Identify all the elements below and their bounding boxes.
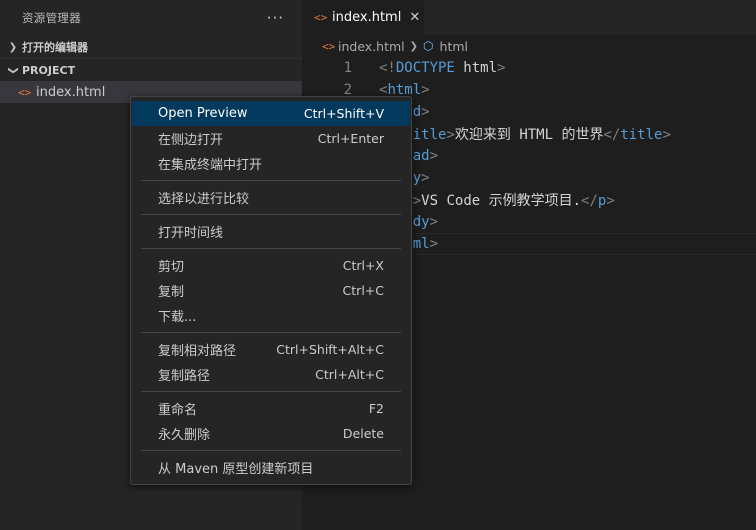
menu-item[interactable]: 复制相对路径 Ctrl+Shift+Alt+C	[132, 337, 410, 362]
code-token: VS Code 示例教学项目.	[421, 193, 582, 209]
menu-item-label: 复制	[158, 285, 185, 300]
menu-item-label: 复制相对路径	[158, 344, 237, 359]
chevron-down-icon: ❯	[7, 65, 19, 75]
menu-item[interactable]: 选择以进行比较	[132, 185, 410, 210]
menu-item[interactable]: 复制路径 Ctrl+Alt+C	[132, 362, 410, 387]
chevron-right-icon: ❯	[409, 40, 419, 52]
code-token: >	[429, 236, 439, 252]
code-token: >	[421, 82, 430, 98]
project-label: PROJECT	[22, 63, 76, 77]
sidebar-title: 资源管理器	[22, 10, 81, 25]
menu-item-label: 重命名	[158, 403, 198, 418]
close-icon[interactable]: ✕	[409, 10, 420, 25]
menu-item-shortcut: F2	[368, 401, 384, 416]
menu-item-label: 永久删除	[158, 428, 211, 443]
file-name: index.html	[36, 84, 106, 100]
line-number: 1	[343, 60, 352, 76]
code-token: </	[603, 127, 621, 143]
code-token: >	[606, 193, 615, 209]
menu-item-shortcut: Ctrl+Enter	[317, 131, 384, 146]
html-file-icon: <>	[322, 39, 336, 53]
line-source: <title>欢迎来到 HTML 的世界</title>	[379, 124, 671, 144]
menu-item[interactable]: 重命名 F2	[132, 396, 410, 421]
breadcrumb-file[interactable]: index.html	[338, 39, 405, 54]
menu-item[interactable]: 永久删除 Delete	[132, 421, 410, 446]
html-file-icon: <>	[18, 85, 32, 99]
menu-separator	[141, 248, 401, 249]
code-token: html	[463, 60, 498, 76]
menu-item[interactable]: 下载...	[132, 303, 410, 328]
menu-item-label: 下载...	[158, 310, 197, 325]
code-token: >	[662, 127, 671, 143]
code-token: >	[421, 170, 430, 186]
menu-item[interactable]: 复制 Ctrl+C	[132, 278, 410, 303]
menu-separator	[141, 214, 401, 215]
code-line[interactable]: 1 <!DOCTYPE html>	[302, 57, 756, 79]
menu-separator	[141, 450, 401, 451]
more-actions-icon[interactable]: ···	[267, 9, 284, 27]
menu-item[interactable]: 在集成终端中打开	[132, 151, 410, 176]
menu-separator	[141, 332, 401, 333]
menu-item-shortcut: Ctrl+X	[342, 258, 384, 273]
code-token: </	[581, 193, 598, 209]
menu-item-shortcut: Ctrl+Shift+V	[303, 106, 384, 121]
code-token: >	[429, 214, 439, 230]
code-token: >	[497, 60, 506, 76]
menu-item-label: 打开时间线	[158, 226, 224, 241]
line-source: <p>VS Code 示例教学项目.</p>	[379, 190, 615, 210]
breadcrumb: <> index.html ❯ ⬡ html	[302, 35, 756, 57]
open-editors-section[interactable]: ❯ 打开的编辑器	[0, 36, 302, 59]
sidebar-header: 资源管理器 ···	[0, 0, 302, 35]
menu-separator	[141, 391, 401, 392]
code-token: 欢迎来到 HTML 的世界	[454, 127, 604, 143]
menu-item[interactable]: 从 Maven 原型创建新项目	[132, 455, 410, 480]
breadcrumb-symbol[interactable]: html	[440, 39, 468, 54]
open-editors-label: 打开的编辑器	[22, 41, 88, 54]
menu-item-shortcut: Delete	[342, 426, 384, 441]
tab-bar: <> index.html ✕	[302, 0, 756, 35]
code-token: <!	[379, 60, 396, 76]
menu-separator	[141, 180, 401, 181]
menu-item-label: Open Preview	[158, 106, 248, 121]
project-section[interactable]: ❯ PROJECT	[0, 59, 302, 81]
menu-item-label: 从 Maven 原型创建新项目	[158, 462, 314, 477]
context-menu: Open Preview Ctrl+Shift+V 在侧边打开 Ctrl+Enter 在…	[130, 96, 412, 485]
tab-label: index.html	[332, 10, 402, 25]
menu-item-label: 剪切	[158, 260, 185, 275]
tab-index-html[interactable]: <> index.html ✕	[302, 0, 424, 35]
html-file-icon: <>	[314, 11, 328, 24]
menu-item-label: 复制路径	[158, 369, 211, 384]
code-token: >	[446, 127, 455, 143]
code-token: >	[429, 148, 439, 164]
menu-item[interactable]: Open Preview Ctrl+Shift+V	[132, 101, 410, 126]
menu-item-shortcut: Ctrl+Alt+C	[315, 367, 384, 382]
menu-item[interactable]: 在侧边打开 Ctrl+Enter	[132, 126, 410, 151]
code-token: >	[412, 193, 422, 209]
chevron-right-icon: ❯	[8, 41, 18, 53]
menu-item[interactable]: 剪切 Ctrl+X	[132, 253, 410, 278]
code-token: >	[421, 104, 430, 120]
menu-item[interactable]: 打开时间线	[132, 219, 410, 244]
menu-item-shortcut: Ctrl+Shift+Alt+C	[276, 342, 384, 357]
menu-item-label: 在集成终端中打开	[158, 158, 263, 173]
code-token: title	[620, 127, 663, 143]
code-token: DOCTYPE	[395, 60, 464, 76]
menu-item-label: 选择以进行比较	[158, 192, 250, 207]
line-source: <!DOCTYPE html>	[379, 60, 505, 76]
menu-item-label: 在侧边打开	[158, 133, 224, 148]
menu-item-shortcut: Ctrl+C	[342, 283, 384, 298]
symbol-icon: ⬡	[423, 39, 434, 53]
